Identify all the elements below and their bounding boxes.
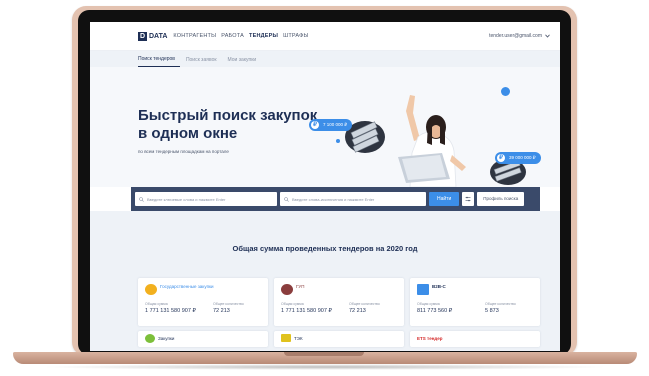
- hero-subtitle: по всем тендерным площадкам на портале: [138, 149, 229, 154]
- keywords-input[interactable]: Введите ключевые слова и нажмите Enter: [135, 192, 277, 206]
- search-profile-button[interactable]: Профиль поиска: [477, 192, 525, 206]
- platform-logo-icon: [417, 284, 429, 295]
- platform-name: Закупки: [158, 336, 175, 341]
- platform-logo-icon: [145, 334, 155, 343]
- badge-amount: 39 000 000 ₽: [509, 155, 536, 160]
- search-icon: [284, 196, 289, 202]
- exclusions-placeholder: Введите слова-исключения и нажмите Enter: [292, 196, 375, 202]
- platform-card[interactable]: ГУП Общая сумма Общее количество 1 771 1…: [274, 278, 404, 326]
- nav-item-tenders[interactable]: ТЕНДЕРЫ: [249, 33, 278, 39]
- sum-label: Общая сумма: [281, 302, 304, 306]
- amount-badge: ₽ 39 000 000 ₽: [495, 152, 541, 164]
- platform-name: ГУП: [296, 284, 305, 289]
- logo-text: DATA: [149, 32, 168, 40]
- sum-value: 1 771 131 580 907 ₽: [281, 308, 332, 314]
- sub-tabs: Поиск тендеров Поиск заявок Мои закупки: [90, 51, 560, 67]
- stats-section: Общая сумма проведенных тендеров на 2020…: [90, 211, 560, 351]
- hero-title: Быстрый поиск закупок в одном окне: [138, 107, 318, 142]
- logo[interactable]: D DATA: [138, 31, 168, 41]
- platform-name: B2B-C: [432, 284, 446, 289]
- platform-name: ETS тендер: [417, 336, 443, 341]
- stats-title: Общая сумма проведенных тендеров на 2020…: [232, 244, 418, 253]
- laptop-base-notch: [284, 352, 364, 356]
- platform-logo-icon: [281, 334, 291, 342]
- tab-request-search[interactable]: Поиск заявок: [186, 57, 222, 67]
- count-value: 72 213: [349, 308, 366, 314]
- hero-section: Быстрый поиск закупок в одном окне по вс…: [90, 67, 560, 187]
- count-label: Общее количество: [213, 302, 244, 306]
- chevron-down-icon: [545, 34, 550, 38]
- laptop-screen: D DATA КОНТРАГЕНТЫ РАБОТА ТЕНДЕРЫ ШТРАФЫ…: [90, 22, 560, 351]
- platform-card[interactable]: Закупки: [138, 331, 268, 347]
- nav-item-fines[interactable]: ШТРАФЫ: [283, 33, 308, 39]
- exclusions-input[interactable]: Введите слова-исключения и нажмите Enter: [280, 192, 426, 206]
- platform-logo-icon: [145, 284, 157, 295]
- tab-tender-search[interactable]: Поиск тендеров: [138, 56, 180, 67]
- badge-amount: 7 100 000 ₽: [323, 122, 348, 127]
- sum-value: 1 771 131 580 907 ₽: [145, 308, 196, 314]
- platform-card[interactable]: ETS тендер: [410, 331, 540, 347]
- sum-label: Общая сумма: [145, 302, 168, 306]
- platform-card[interactable]: B2B-C Общая сумма Общее количество 811 7…: [410, 278, 540, 326]
- laptop-mockup: D DATA КОНТРАГЕНТЫ РАБОТА ТЕНДЕРЫ ШТРАФЫ…: [0, 0, 649, 376]
- user-menu[interactable]: tender.user@gmail.com: [489, 33, 550, 39]
- decor-dot: [501, 87, 510, 96]
- search-icon: [139, 196, 144, 202]
- laptop-shadow: [40, 364, 610, 370]
- find-button[interactable]: Найти: [429, 192, 460, 206]
- platform-card[interactable]: ТЭК: [274, 331, 404, 347]
- sum-label: Общая сумма: [417, 302, 440, 306]
- filter-button[interactable]: [462, 192, 475, 206]
- filter-icon: [465, 196, 471, 202]
- woman-with-laptop-illustration: [398, 95, 466, 187]
- ruble-coin-icon: ₽: [311, 121, 319, 129]
- count-label: Общее количество: [485, 302, 516, 306]
- search-bar: Введите ключевые слова и нажмите Enter В…: [131, 187, 540, 211]
- platform-card[interactable]: Государственные закупки Общая сумма Обще…: [138, 278, 268, 326]
- ruble-coin-icon: ₽: [497, 154, 505, 162]
- sum-value: 811 773 560 ₽: [417, 308, 453, 314]
- amount-badge: ₽ 7 100 000 ₽: [309, 119, 353, 131]
- user-email: tender.user@gmail.com: [489, 33, 542, 39]
- nav-item-counterparties[interactable]: КОНТРАГЕНТЫ: [173, 33, 216, 39]
- platform-name: ТЭК: [294, 336, 303, 341]
- top-nav: D DATA КОНТРАГЕНТЫ РАБОТА ТЕНДЕРЫ ШТРАФЫ…: [90, 22, 560, 51]
- logo-mark: D: [138, 31, 147, 41]
- keywords-placeholder: Введите ключевые слова и нажмите Enter: [147, 196, 226, 202]
- decor-dot: [336, 139, 340, 143]
- tab-my-purchases[interactable]: Мои закупки: [228, 57, 262, 67]
- count-value: 72 213: [213, 308, 230, 314]
- platform-name: Государственные закупки: [160, 284, 214, 289]
- nav-item-work[interactable]: РАБОТА: [221, 33, 244, 39]
- count-value: 5 873: [485, 308, 499, 314]
- platform-logo-icon: [281, 284, 293, 295]
- count-label: Общее количество: [349, 302, 380, 306]
